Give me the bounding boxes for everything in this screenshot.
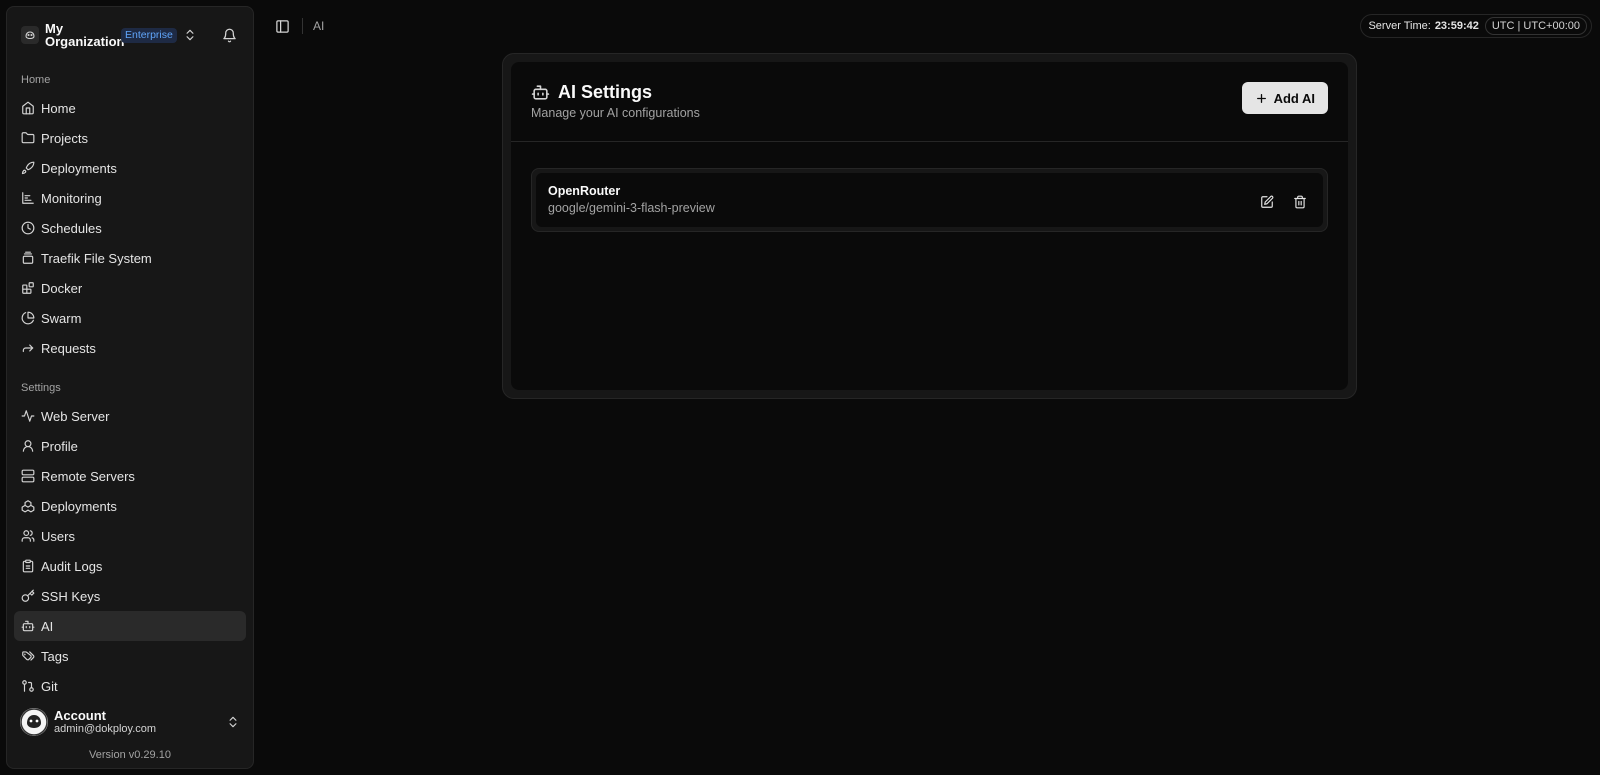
sidebar-item-label: SSH Keys: [41, 588, 101, 604]
delete-button[interactable]: [1289, 191, 1311, 213]
sidebar-item-users[interactable]: Users: [14, 521, 246, 551]
page-subtitle: Manage your AI configurations: [531, 106, 700, 120]
blocks-icon: [21, 281, 35, 295]
account-email: admin@dokploy.com: [54, 723, 157, 735]
sidebar-item-label: Users: [41, 528, 75, 544]
sidebar-item-monitoring[interactable]: Monitoring: [14, 183, 246, 213]
chevrons-up-down-icon[interactable]: [183, 28, 197, 42]
sidebar-item-projects[interactable]: Projects: [14, 123, 246, 153]
server-icon: [21, 469, 35, 483]
folder-icon: [21, 131, 35, 145]
sidebar-item-schedules[interactable]: Schedules: [14, 213, 246, 243]
clock-icon: [21, 221, 35, 235]
add-ai-button[interactable]: Add AI: [1241, 82, 1328, 114]
rocket-icon: [21, 161, 35, 175]
sidebar-item-label: Web Server: [41, 408, 110, 424]
trash-icon: [1294, 195, 1306, 209]
chevrons-up-down-icon[interactable]: [226, 715, 240, 729]
git-icon: [21, 679, 35, 693]
ai-provider-name: OpenRouter: [548, 184, 621, 198]
sidebar-item-remote-servers[interactable]: Remote Servers: [14, 461, 246, 491]
sidebar-item-label: Traefik File System: [41, 250, 152, 266]
sidebar-item-label: Tags: [41, 648, 69, 664]
sidebar-item-tags[interactable]: Tags: [14, 641, 246, 671]
org-switcher[interactable]: My Organization Enterprise: [7, 7, 253, 63]
sidebar-item-label: Deployments: [41, 498, 117, 514]
bell-icon[interactable]: [222, 28, 237, 43]
server-time: Server Time: 23:59:42 UTC | UTC+00:00: [1360, 14, 1592, 38]
sidebar-item-label: Home: [41, 100, 76, 116]
chart-icon: [21, 191, 35, 205]
sidebar-item-label: Projects: [41, 130, 88, 146]
sidebar-item-label: Profile: [41, 438, 78, 454]
sidebar-item-home[interactable]: Home: [14, 93, 246, 123]
sidebar-item-label: Requests: [41, 340, 96, 356]
sidebar-item-docker[interactable]: Docker: [14, 273, 246, 303]
ai-settings-panel: AI Settings Manage your AI configuration…: [511, 62, 1348, 390]
nav-group-settings-label: Settings: [21, 382, 61, 394]
sidebar-item-web-server[interactable]: Web Server: [14, 401, 246, 431]
sidebar-item-label: Git: [41, 678, 58, 694]
server-time-value: 23:59:42: [1434, 20, 1479, 32]
page-title: AI Settings: [558, 82, 653, 102]
edit-button[interactable]: [1256, 191, 1278, 213]
divider: [302, 18, 303, 34]
sidebar-item-label: Docker: [41, 280, 83, 296]
sidebar-item-requests[interactable]: Requests: [14, 333, 246, 363]
add-ai-button-label: Add AI: [1273, 90, 1315, 106]
account-name: Account: [54, 708, 106, 723]
ai-model-name: google/gemini-3-flash-preview: [548, 201, 715, 215]
ai-config-list: OpenRouter google/gemini-3-flash-preview: [531, 168, 1328, 232]
org-name: My Organization: [45, 21, 125, 49]
pie-icon: [21, 311, 35, 325]
bot-icon: [531, 83, 550, 102]
breadcrumb[interactable]: AI: [313, 19, 324, 33]
nav-group-home-label: Home: [21, 74, 51, 86]
sidebar-item-profile[interactable]: Profile: [14, 431, 246, 461]
app-version: Version v0.29.10: [89, 749, 171, 761]
avatar: [20, 708, 48, 736]
plan-badge: Enterprise: [121, 27, 177, 43]
sidebar-item-ssh-keys[interactable]: SSH Keys: [14, 581, 246, 611]
layers-icon: [21, 251, 35, 265]
account-menu[interactable]: Account admin@dokploy.com: [7, 702, 253, 742]
forward-icon: [21, 341, 35, 355]
sidebar-item-label: Swarm: [41, 310, 82, 326]
sidebar: My Organization Enterprise Home Home Pro…: [6, 6, 254, 769]
sidebar-item-deployments-settings[interactable]: Deployments: [14, 491, 246, 521]
users-icon: [21, 529, 35, 543]
card-header: AI Settings Manage your AI configuration…: [511, 62, 1348, 142]
sidebar-item-audit-logs[interactable]: Audit Logs: [14, 551, 246, 581]
sidebar-item-label: Schedules: [41, 220, 102, 236]
list-item: OpenRouter google/gemini-3-flash-preview: [536, 173, 1323, 227]
edit-icon: [1261, 195, 1274, 208]
sidebar-item-traefik[interactable]: Traefik File System: [14, 243, 246, 273]
key-icon: [21, 589, 35, 603]
activity-icon: [21, 409, 35, 423]
sidebar-item-label: AI: [41, 618, 54, 634]
home-icon: [21, 101, 35, 115]
timezone-badge: UTC | UTC+00:00: [1484, 17, 1587, 35]
server-time-label: Server Time:: [1368, 20, 1431, 32]
user-icon: [21, 439, 35, 453]
tags-icon: [21, 649, 35, 663]
org-logo-icon: [21, 26, 39, 44]
sidebar-item-git[interactable]: Git: [14, 671, 246, 695]
top-bar: AI Server Time: 23:59:42 UTC | UTC+00:00: [262, 10, 1592, 42]
ai-settings-card: AI Settings Manage your AI configuration…: [502, 53, 1357, 399]
sidebar-item-label: Audit Logs: [41, 558, 103, 574]
clipboard-icon: [21, 559, 35, 573]
sidebar-item-deployments[interactable]: Deployments: [14, 153, 246, 183]
sidebar-toggle-icon[interactable]: [268, 12, 296, 40]
sidebar-item-label: Deployments: [41, 160, 117, 176]
sidebar-item-ai[interactable]: AI: [14, 611, 246, 641]
sidebar-item-label: Monitoring: [41, 190, 102, 206]
plus-icon: [1255, 92, 1268, 105]
sidebar-item-label: Remote Servers: [41, 468, 135, 484]
sidebar-item-swarm[interactable]: Swarm: [14, 303, 246, 333]
bot-icon: [21, 619, 35, 633]
sidebar-nav: Home Home Projects Deployments Monitorin…: [7, 67, 253, 695]
boxes-icon: [21, 499, 35, 513]
